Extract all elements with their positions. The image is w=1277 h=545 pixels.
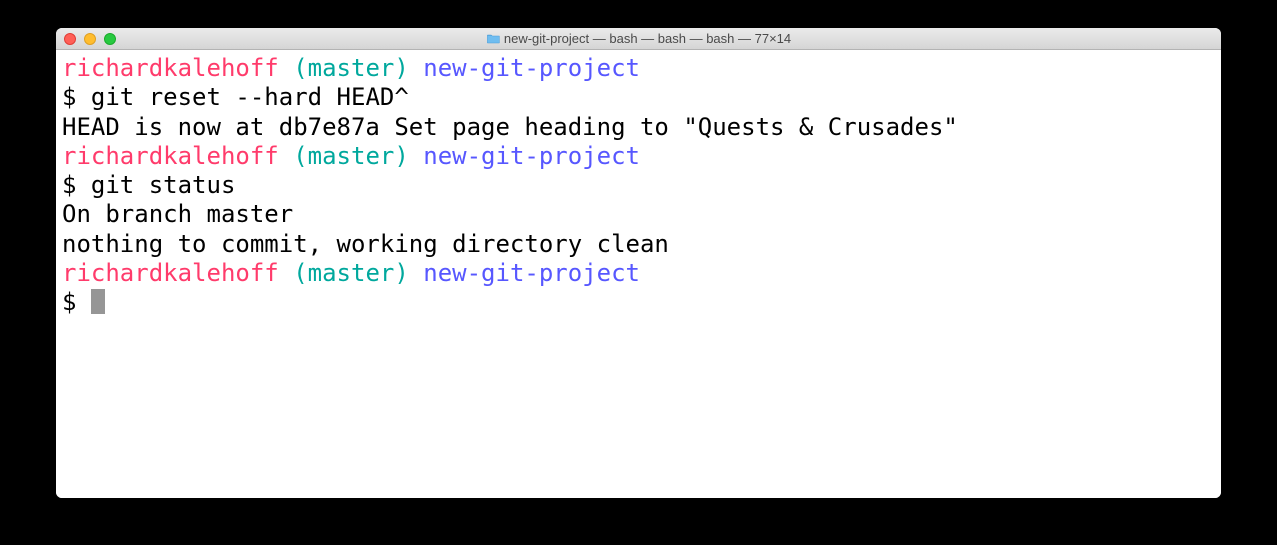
prompt-symbol: $ [62, 171, 76, 199]
minimize-button[interactable] [84, 33, 96, 45]
prompt-symbol: $ [62, 288, 76, 316]
prompt-dir: new-git-project [423, 142, 640, 170]
output-line: nothing to commit, working directory cle… [62, 230, 1215, 259]
output-line: On branch master [62, 200, 1215, 229]
command-line: $ git status [62, 171, 1215, 200]
prompt-user: richardkalehoff [62, 259, 279, 287]
prompt-line: richardkalehoff (master) new-git-project [62, 54, 1215, 83]
command-text: git reset --hard HEAD^ [91, 83, 409, 111]
prompt-line: richardkalehoff (master) new-git-project [62, 142, 1215, 171]
prompt-symbol: $ [62, 83, 76, 111]
output-line: HEAD is now at db7e87a Set page heading … [62, 113, 1215, 142]
traffic-lights [64, 33, 116, 45]
prompt-branch: (master) [293, 54, 409, 82]
cursor [91, 289, 105, 314]
maximize-button[interactable] [104, 33, 116, 45]
terminal-window: new-git-project — bash — bash — bash — 7… [56, 28, 1221, 498]
command-line: $ git reset --hard HEAD^ [62, 83, 1215, 112]
terminal-body[interactable]: richardkalehoff (master) new-git-project… [56, 50, 1221, 498]
prompt-dir: new-git-project [423, 54, 640, 82]
prompt-user: richardkalehoff [62, 54, 279, 82]
command-text: git status [91, 171, 236, 199]
prompt-branch: (master) [293, 259, 409, 287]
command-line: $ [62, 288, 1215, 317]
window-title: new-git-project — bash — bash — bash — 7… [504, 31, 791, 46]
window-title-group: new-git-project — bash — bash — bash — 7… [486, 31, 791, 46]
folder-icon [486, 33, 500, 44]
prompt-branch: (master) [293, 142, 409, 170]
prompt-line: richardkalehoff (master) new-git-project [62, 259, 1215, 288]
prompt-dir: new-git-project [423, 259, 640, 287]
titlebar[interactable]: new-git-project — bash — bash — bash — 7… [56, 28, 1221, 50]
close-button[interactable] [64, 33, 76, 45]
prompt-user: richardkalehoff [62, 142, 279, 170]
